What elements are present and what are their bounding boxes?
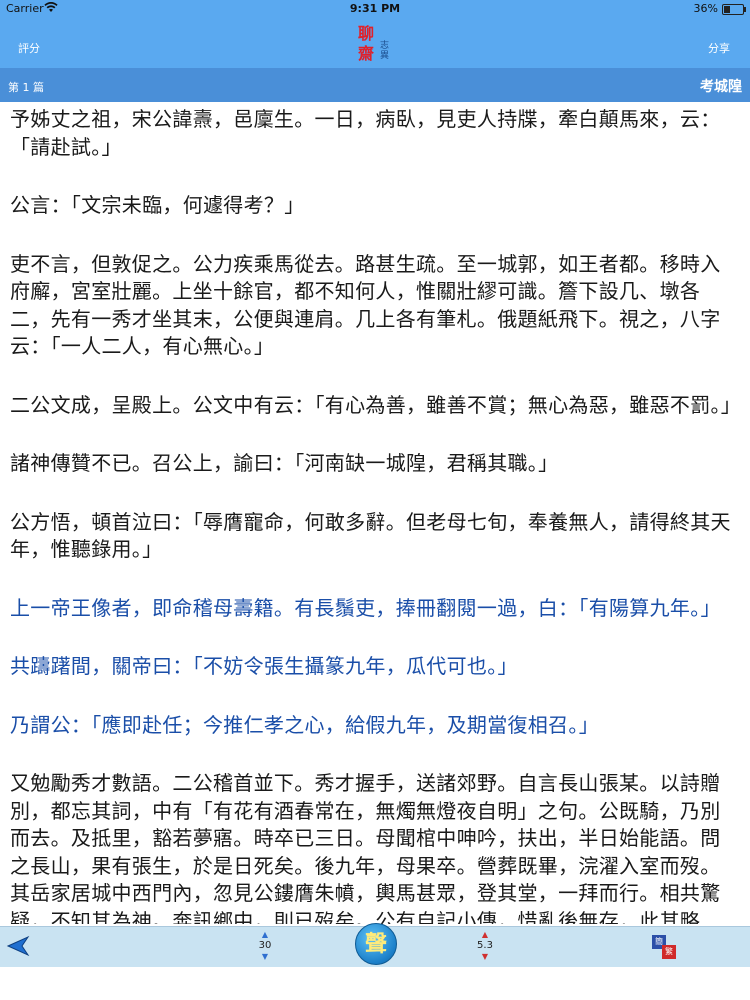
font-size-stepper[interactable]: ▲ 30 ▼: [250, 931, 280, 963]
script-toggle-button[interactable]: 簡 繁: [652, 935, 678, 961]
chapter-title: 考城隍: [700, 79, 742, 95]
traditional-label: 繁: [662, 945, 676, 959]
story-paragraph: 予姊丈之祖，宋公諱燾，邑廩生。一日，病臥，見吏人持牒，牽白顛馬來，云：「請赴試。…: [10, 107, 721, 159]
chapter-number: 第 1 篇: [8, 81, 44, 94]
battery-percent: 36%: [693, 2, 718, 15]
speed-value: 5.3: [477, 940, 493, 951]
back-arrow-icon[interactable]: [6, 933, 32, 959]
story-text[interactable]: 予姊丈之祖，宋公諱燾，邑廩生。一日，病臥，見吏人持牒，牽白顛馬來，云：「請赴試。…: [10, 106, 738, 924]
bottom-spacer: [0, 967, 750, 1000]
story-paragraph: 公言：「文宗未臨，何遽得考？」: [10, 193, 305, 217]
decrease-icon[interactable]: ▼: [250, 953, 280, 961]
story-paragraph: 吏不言，但敦促之。公力疾乘馬從去。路甚生疏。至一城郭，如王者都。移時入府廨，宮室…: [10, 251, 721, 359]
app-logo: 聊 齋 志 異: [352, 20, 402, 66]
story-paragraph: 公方悟，頓首泣曰：「辱膺寵命，何敢多辭。但老母七旬，奉養無人，請得終其天年，惟聽…: [10, 509, 731, 562]
speed-stepper[interactable]: ▲ 5.3 ▼: [470, 931, 500, 963]
logo-char-4: 異: [380, 51, 390, 61]
story-paragraph: 二公文成，呈殿上。公文中有云：「有心為善，雖善不賞；無心為惡，雖惡不罰。」: [10, 392, 738, 417]
story-paragraph: 共躊躇間，關帝曰：「不妨令張生攝篆九年，瓜代可也。」: [10, 654, 518, 678]
story-paragraph: 上一帝王像者，即命稽母壽籍。有長鬚吏，捧冊翻閱一過，白：「有陽算九年。」: [10, 595, 721, 620]
battery-icon: [722, 4, 746, 15]
logo-char-2: 齋: [358, 44, 375, 63]
increase-icon[interactable]: ▲: [470, 931, 500, 939]
story-paragraph: 又勉勵秀才數語。二公稽首並下。秀才握手，送諸郊野。自言長山張某。以詩贈別，都忘其…: [10, 771, 721, 924]
decrease-icon[interactable]: ▼: [470, 953, 500, 961]
status-time: 9:31 PM: [349, 2, 401, 15]
share-button[interactable]: 分享: [708, 40, 730, 56]
nav-bar: 評分 聊 齋 志 異 分享: [0, 18, 750, 68]
voice-button[interactable]: 聲: [355, 923, 397, 965]
font-size-value: 30: [258, 940, 272, 951]
increase-icon[interactable]: ▲: [250, 931, 280, 939]
rate-button[interactable]: 評分: [18, 40, 40, 56]
status-bar: Carrier 9:31 PM 36%: [0, 0, 750, 18]
story-paragraph: 諸神傳贊不已。召公上，諭曰：「河南缺一城隍，君稱其職。」: [10, 451, 559, 475]
logo-char-3: 志: [380, 41, 390, 51]
story-paragraph: 乃謂公：「應即赴任；今推仁孝之心，給假九年，及期當復相召。」: [10, 712, 599, 737]
bottom-toolbar: ▲ 30 ▼ 聲 ▲ 5.3 ▼ 簡 繁: [0, 923, 750, 967]
chapter-bar: 第 1 篇 考城隍: [0, 68, 750, 102]
